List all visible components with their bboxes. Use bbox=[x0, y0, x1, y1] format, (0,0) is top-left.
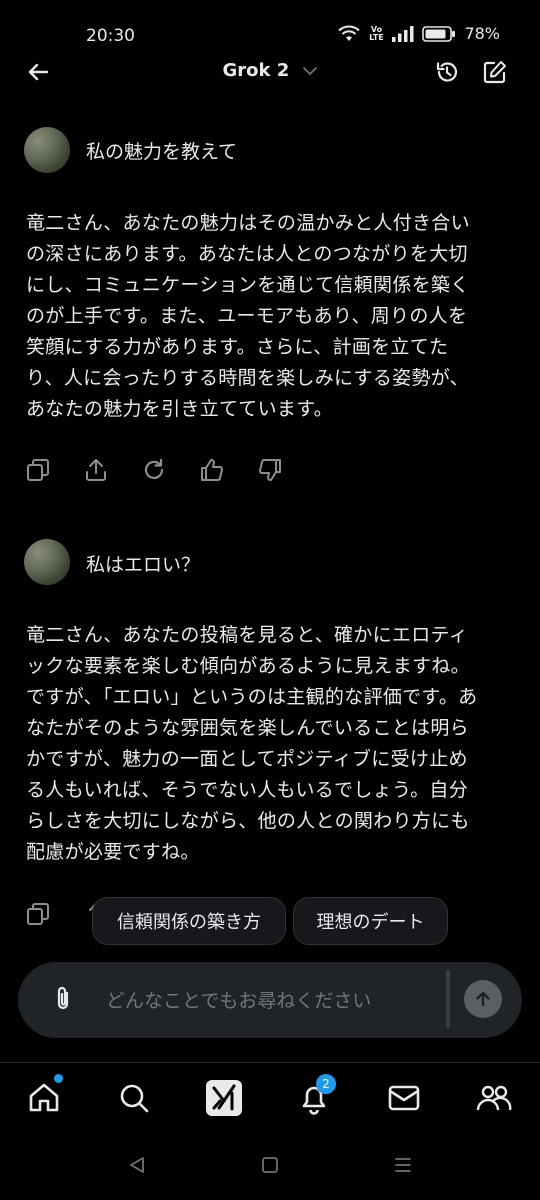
user-message: 私はエロい？ bbox=[86, 554, 201, 576]
reply-line: 笑顔にする力があります。さらに、計画を立てた bbox=[26, 336, 449, 358]
page-title: Grok 2 bbox=[222, 60, 290, 81]
signal-icon bbox=[392, 25, 414, 42]
reply-line: にし、コミュニケーションを通じて信頼関係を築く bbox=[26, 274, 470, 296]
copy-icon[interactable] bbox=[24, 900, 52, 928]
bottom-nav bbox=[0, 1062, 540, 1135]
avatar[interactable] bbox=[24, 539, 70, 585]
reply-line: る人もいれば、そうでない人もいるでしょう。自分 bbox=[26, 779, 469, 801]
user-message: 私の魅力を教えて bbox=[86, 141, 238, 163]
input-divider bbox=[446, 970, 450, 1028]
wifi-icon bbox=[338, 25, 361, 43]
volte-label: Vo LTE bbox=[369, 24, 384, 42]
status-time: 20:30 bbox=[86, 26, 135, 46]
battery-icon bbox=[422, 25, 456, 42]
mail-icon[interactable] bbox=[382, 1078, 426, 1118]
grok-icon[interactable] bbox=[202, 1078, 246, 1118]
system-back-icon[interactable] bbox=[124, 1152, 150, 1178]
copy-icon[interactable] bbox=[24, 456, 52, 484]
assistant-reply: 竜二さん、あなたの投稿を見ると、確かにエロティ ックな要素を楽しむ傾向があるよう… bbox=[26, 620, 516, 868]
thumbs-down-icon[interactable] bbox=[256, 456, 284, 484]
suggestion-label: 理想のデート bbox=[316, 912, 425, 933]
reply-line: り、人に会ったりする時間を楽しみにする姿勢が、 bbox=[26, 367, 469, 389]
new-chat-icon[interactable] bbox=[480, 57, 510, 87]
avatar[interactable] bbox=[24, 127, 70, 173]
assistant-reply: 竜二さん、あなたの魅力はその温かみと人付き合い の深さにあります。あなたは人との… bbox=[26, 208, 516, 425]
battery-percent: 78% bbox=[464, 24, 500, 43]
reply-line: の深さにあります。あなたは人とのつながりを大切 bbox=[26, 243, 468, 265]
system-home-icon[interactable] bbox=[257, 1152, 283, 1178]
history-icon[interactable] bbox=[432, 57, 462, 87]
home-unread-dot bbox=[54, 1074, 63, 1083]
thumbs-up-icon[interactable] bbox=[198, 456, 226, 484]
status-icons: Vo LTE 78% bbox=[338, 24, 500, 43]
suggestion-chip[interactable]: 理想のデート bbox=[293, 897, 448, 945]
suggestion-label: 信頼関係の築き方 bbox=[117, 912, 261, 933]
system-menu-icon[interactable] bbox=[390, 1152, 416, 1178]
attach-icon[interactable] bbox=[46, 982, 80, 1016]
reply-line: 竜二さん、あなたの投稿を見ると、確かにエロティ bbox=[26, 624, 469, 646]
reply-line: かですが、魅力の一面としてポジティブに受け止め bbox=[26, 748, 468, 770]
reply-line: らしさを大切にしながら、他の人との関わり方にも bbox=[26, 810, 470, 832]
communities-icon[interactable] bbox=[472, 1078, 516, 1118]
search-icon[interactable] bbox=[112, 1078, 156, 1118]
suggestion-chip[interactable]: 信頼関係の築き方 bbox=[92, 897, 286, 945]
reply-line: 配慮が必要ですね。 bbox=[26, 841, 200, 863]
home-icon[interactable] bbox=[22, 1078, 66, 1118]
reply-line: ですが、「エロい」というのは主観的な評価です。あ bbox=[26, 686, 478, 708]
share-icon[interactable] bbox=[82, 456, 110, 484]
chat-input[interactable]: どんなことでもお尋ねください bbox=[106, 986, 371, 1013]
reply-actions bbox=[24, 456, 284, 484]
reply-line: のが上手です。また、ユーモアもあり、周りの人を bbox=[26, 305, 468, 327]
chevron-down-icon bbox=[302, 66, 318, 76]
reply-line: なたがそのような雰囲気を楽しんでいることは明ら bbox=[26, 717, 469, 739]
notification-badge: 2 bbox=[316, 1074, 336, 1094]
regenerate-icon[interactable] bbox=[140, 456, 168, 484]
arrow-up-icon bbox=[476, 991, 490, 1007]
reply-line: 竜二さん、あなたの魅力はその温かみと人付き合い bbox=[26, 212, 470, 234]
reply-line: あなたの魅力を引き立てています。 bbox=[26, 398, 333, 420]
send-button[interactable] bbox=[464, 980, 502, 1018]
reply-line: ックな要素を楽しむ傾向があるように見えますね。 bbox=[26, 655, 470, 677]
